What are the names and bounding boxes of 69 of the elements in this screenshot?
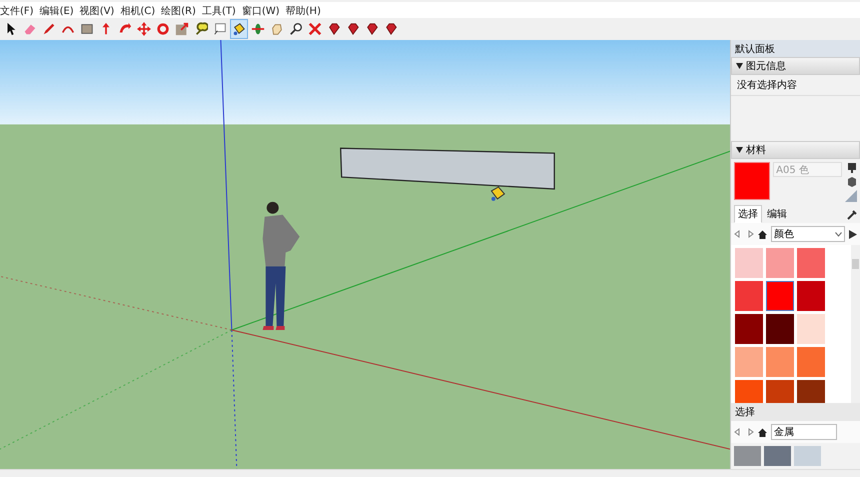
tape-measure-icon [194,21,208,37]
menu-item[interactable]: 文件(F) [0,4,34,18]
color-swatch[interactable] [735,248,764,278]
details-arrow-icon[interactable] [849,230,857,238]
hand-icon [270,21,284,37]
color-swatch[interactable] [766,248,794,278]
magnifier-icon [289,21,303,37]
menu-item[interactable]: 相机(C) [120,4,156,18]
library-dropdown[interactable]: 金属 [771,424,838,440]
material-preview [734,162,770,200]
display-icon[interactable] [847,162,857,174]
section-header[interactable]: 材料 [731,141,860,159]
rectangle-face[interactable] [340,148,555,190]
dropdown-caret-icon [835,232,842,236]
secondary-header: 选择 [731,403,860,421]
material-tab[interactable]: 编辑 [763,205,792,223]
rectangle-icon [80,21,94,37]
ring-icon [156,21,170,37]
menu-item[interactable]: 工具(T) [202,4,236,18]
collapse-triangle-icon [736,147,744,153]
orbit-icon [251,21,265,37]
tray-title: 默认面板 [735,44,776,55]
material-tab[interactable]: 选择 [734,205,762,223]
forward-icon[interactable] [746,230,754,238]
color-swatch[interactable] [797,281,826,311]
color-swatch[interactable] [797,347,826,377]
menu-item[interactable]: 帮助(H) [286,4,321,18]
color-swatch[interactable] [797,380,826,403]
cube-icon[interactable] [847,176,857,188]
gem-icon [384,21,398,37]
entity-info-text: 没有选择内容 [731,75,860,96]
paint-bucket-icon [232,21,246,37]
pencil-icon [42,21,56,37]
cross-icon [308,21,322,37]
color-swatch[interactable] [735,314,764,344]
menu-item[interactable]: 视图(V) [80,4,114,18]
menu-item[interactable]: 窗口(W) [242,4,280,18]
color-swatch[interactable] [766,281,794,311]
color-swatch[interactable] [735,380,764,403]
color-swatch[interactable] [797,248,826,278]
tool-button[interactable] [230,19,248,39]
color-swatch[interactable] [735,347,764,377]
color-swatch[interactable] [766,347,794,377]
material-thumbnail[interactable] [734,446,762,466]
scrollbar[interactable] [851,245,860,403]
section-header[interactable]: 图元信息 [731,57,860,75]
gem-icon [365,21,379,37]
home-icon[interactable] [758,230,768,238]
back-icon[interactable] [734,428,742,436]
move-icon [137,21,151,37]
gem-icon [327,21,341,37]
material-thumbnail[interactable] [794,446,822,466]
eyedropper-icon[interactable] [847,210,857,220]
library-dropdown[interactable]: 颜色 [771,226,845,242]
menu-item[interactable]: 绘图(R) [161,4,196,18]
color-swatch[interactable] [797,314,826,344]
material-thumbnail[interactable] [764,446,792,466]
home-icon[interactable] [758,428,768,436]
paint-bucket-cursor-icon [490,186,506,201]
text-label-icon [213,21,227,37]
color-swatch[interactable] [766,380,794,403]
menu-item[interactable]: 编辑(E) [40,4,74,18]
collapse-triangle-icon [736,63,744,69]
back-icon[interactable] [734,230,742,238]
scale-icon [175,21,189,37]
color-swatch[interactable] [766,314,794,344]
color-swatch[interactable] [735,281,764,311]
gem-icon [346,21,360,37]
forward-icon[interactable] [746,428,754,436]
